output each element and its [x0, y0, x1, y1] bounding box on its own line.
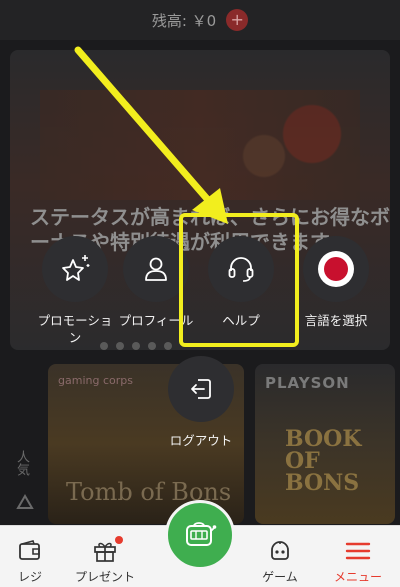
menu-item-language[interactable]: 言語を選択 [291, 236, 381, 329]
slot-machine-icon [186, 522, 217, 546]
nav-item-games[interactable]: ゲーム [255, 540, 305, 585]
game-card[interactable]: PLAYSON BOOK OF BONS [255, 364, 395, 524]
pager-dot[interactable] [132, 342, 140, 350]
star-sparkle-icon [62, 255, 90, 281]
game-title: BOOK OF BONS [285, 426, 362, 496]
menu-label: ログアウト [169, 433, 233, 448]
nav-label: プレゼント [74, 570, 135, 584]
logout-button[interactable]: ログアウト [161, 356, 241, 449]
japan-flag-icon [318, 251, 354, 287]
user-icon [145, 257, 167, 281]
pointer-arrow [74, 46, 228, 224]
gamepad-robot-icon [271, 541, 289, 560]
menu-item-promotion[interactable]: プロモーション [35, 236, 115, 346]
menu-icon-circle [42, 236, 108, 302]
game-provider: gaming corps [58, 374, 133, 387]
balance-display: 残高: ￥0 [151, 11, 217, 30]
logout-icon [191, 379, 211, 399]
nav-label: メニュー [333, 570, 382, 584]
slot-machine-button[interactable] [165, 500, 235, 570]
hamburger-icon [345, 542, 371, 560]
gift-icon [94, 542, 116, 562]
top-bar: 残高: ￥0 + [0, 0, 400, 40]
plus-icon[interactable]: + [226, 9, 249, 31]
popular-tab[interactable]: 人気 [12, 450, 31, 476]
pager-dot[interactable] [164, 342, 172, 350]
menu-icon-circle [303, 236, 369, 302]
game-provider: PLAYSON [265, 374, 350, 392]
nav-item-cashier[interactable]: レジ [10, 540, 50, 585]
pager-dot[interactable] [116, 342, 124, 350]
pager-dot[interactable] [148, 342, 156, 350]
nav-item-menu[interactable]: メニュー [330, 540, 386, 585]
arrow-up-icon [16, 494, 34, 509]
nav-label: レジ [17, 570, 42, 584]
menu-label: プロモーション [37, 313, 113, 345]
nav-item-gifts[interactable]: プレゼント [70, 536, 140, 585]
nav-label: ゲーム [262, 570, 298, 584]
menu-icon-circle [168, 356, 234, 422]
notification-dot [115, 536, 123, 544]
menu-label: 言語を選択 [304, 313, 368, 328]
wallet-icon [19, 540, 40, 560]
